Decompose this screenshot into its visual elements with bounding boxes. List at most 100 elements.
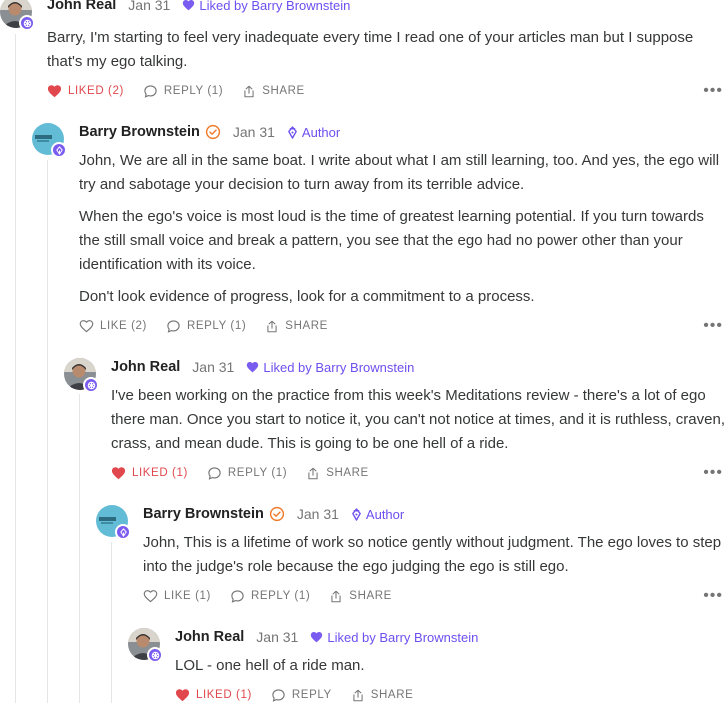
more-dots-icon[interactable]: ••• [703, 465, 723, 481]
liked-by-text: Liked by Barry Brownstein [263, 359, 415, 375]
reply-label: REPLY (1) [227, 467, 288, 479]
heart-filled-icon [111, 467, 126, 480]
comment-bubble-icon [272, 688, 285, 702]
comment-date[interactable]: Jan 31 [297, 506, 339, 522]
comment-header: John Real Jan 31 Liked by Barry Brownste… [175, 627, 478, 647]
like-label: LIKE (2) [100, 320, 147, 332]
more-dots-icon[interactable]: ••• [703, 588, 723, 604]
like-label: LIKE (1) [164, 590, 211, 602]
comment-actions: LIKE (2) REPLY (1) SHARE [79, 317, 347, 335]
avatar[interactable] [128, 628, 163, 663]
thread-line [47, 160, 48, 703]
heart-filled-icon [247, 362, 259, 373]
pen-nib-icon [352, 507, 361, 521]
author-label: Author [365, 506, 405, 522]
comment-body: John, This is a lifetime of work so noti… [143, 531, 725, 587]
share-icon [331, 590, 341, 602]
thread-line [111, 542, 112, 703]
avatar[interactable] [32, 123, 67, 158]
comment-actions: LIKED (2) REPLY (1) SHARE [47, 82, 324, 100]
reply-button[interactable]: REPLY [271, 688, 332, 703]
pen-nib-icon [51, 142, 67, 158]
more-dots-icon[interactable]: ••• [703, 83, 723, 99]
comment-header: Barry Brownstein Jan 31 Author [143, 504, 404, 524]
reply-button[interactable]: REPLY (1) [230, 589, 310, 604]
comment-bubble-icon [208, 466, 221, 480]
comment-body: John, We are all in the same boat. I wri… [79, 149, 725, 317]
share-button[interactable]: SHARE [329, 589, 392, 604]
liked-by-label: Liked by Barry Brownstein [310, 630, 478, 645]
heart-filled-icon [47, 85, 62, 98]
reply-button[interactable]: REPLY (1) [166, 319, 246, 334]
comment-date[interactable]: Jan 31 [192, 359, 234, 375]
share-icon [353, 689, 363, 701]
comment-paragraph: LOL - one hell of a ride man. [175, 657, 365, 674]
avatar[interactable] [64, 358, 99, 393]
snowflake-badge-icon [19, 15, 35, 31]
reply-label: REPLY [291, 689, 332, 701]
reply-button[interactable]: REPLY (1) [143, 84, 223, 99]
like-button[interactable]: LIKE (1) [143, 589, 211, 603]
like-label: LIKED (2) [68, 85, 124, 97]
comment-header: Barry Brownstein Jan 31 Author [79, 122, 340, 142]
share-button[interactable]: SHARE [242, 84, 305, 99]
share-icon [244, 85, 254, 97]
reply-label: REPLY (1) [163, 85, 224, 97]
share-label: SHARE [285, 320, 328, 332]
liked-by-text: Liked by Barry Brownstein [327, 629, 479, 645]
check-circle-icon [269, 506, 285, 522]
comment-date[interactable]: Jan 31 [256, 629, 298, 645]
comment-actions: LIKED (1) REPLY (1) SHARE [111, 464, 388, 482]
like-label: LIKED (1) [132, 467, 188, 479]
like-button[interactable]: LIKED (1) [111, 466, 188, 480]
comment-body: LOL - one hell of a ride man. [175, 654, 725, 686]
share-label: SHARE [349, 590, 392, 602]
snowflake-badge-icon [83, 377, 99, 393]
share-button[interactable]: SHARE [306, 466, 369, 481]
share-button[interactable]: SHARE [265, 319, 328, 334]
comment-paragraph: When the ego's voice is most loud is the… [79, 208, 704, 273]
comment-body: I've been working on the practice from t… [111, 384, 725, 464]
author-name[interactable]: John Real [175, 629, 244, 645]
comment-paragraph: John, This is a lifetime of work so noti… [143, 534, 722, 575]
author-name[interactable]: John Real [47, 0, 116, 13]
thread-line [15, 34, 16, 703]
like-label: LIKED (1) [196, 689, 252, 701]
like-button[interactable]: LIKED (1) [175, 688, 252, 702]
author-label: Author [301, 124, 341, 140]
comment-paragraph: John, We are all in the same boat. I wri… [79, 152, 720, 193]
author-name[interactable]: Barry Brownstein [79, 124, 200, 140]
avatar[interactable] [0, 0, 35, 31]
comment-paragraph: I've been working on the practice from t… [111, 387, 725, 452]
reply-label: REPLY (1) [250, 590, 311, 602]
liked-by-label: Liked by Barry Brownstein [182, 0, 350, 13]
author-name[interactable]: Barry Brownstein [143, 506, 264, 522]
share-icon [267, 320, 277, 332]
heart-outline-icon [143, 590, 158, 603]
avatar[interactable] [96, 505, 131, 540]
share-label: SHARE [262, 85, 305, 97]
heart-filled-icon [311, 632, 323, 643]
comment-date[interactable]: Jan 31 [128, 0, 170, 13]
comment-actions: LIKE (1) REPLY (1) SHARE [143, 587, 411, 605]
share-label: SHARE [370, 689, 414, 701]
like-button[interactable]: LIKED (2) [47, 84, 124, 98]
author-tag: Author [287, 125, 340, 140]
comment-header: John Real Jan 31 Liked by Barry Brownste… [111, 357, 414, 377]
comment-date[interactable]: Jan 31 [233, 124, 275, 140]
comment-paragraph: Barry, I'm starting to feel very inadequ… [47, 29, 694, 70]
comment-body: Barry, I'm starting to feel very inadequ… [47, 26, 725, 82]
more-dots-icon[interactable]: ••• [703, 318, 723, 334]
liked-by-label: Liked by Barry Brownstein [246, 360, 414, 375]
comment-bubble-icon [231, 589, 244, 603]
share-button[interactable]: SHARE [351, 688, 414, 703]
like-button[interactable]: LIKE (2) [79, 319, 147, 333]
reply-label: REPLY (1) [186, 320, 247, 332]
author-name[interactable]: John Real [111, 359, 180, 375]
comment-bubble-icon [144, 84, 157, 98]
reply-button[interactable]: REPLY (1) [207, 466, 287, 481]
heart-filled-icon [175, 689, 190, 702]
share-icon [308, 467, 318, 479]
snowflake-badge-icon [147, 647, 163, 663]
thread-line [79, 394, 80, 703]
